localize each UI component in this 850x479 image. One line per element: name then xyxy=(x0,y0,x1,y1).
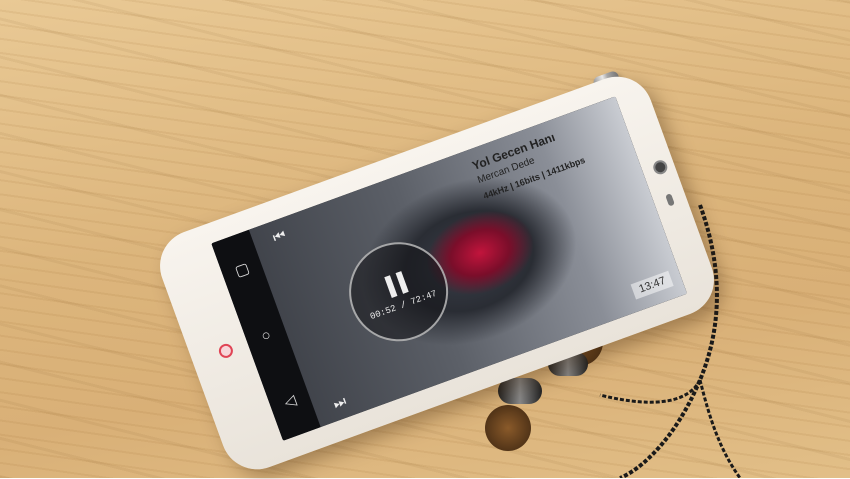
recents-icon[interactable]: ▢ xyxy=(232,259,251,280)
home-icon[interactable]: ○ xyxy=(259,326,273,345)
camera-icon xyxy=(651,158,670,177)
earbud-right xyxy=(485,405,531,451)
sensor-icon xyxy=(665,193,675,207)
pause-icon[interactable] xyxy=(383,270,409,298)
earbud-right-body xyxy=(498,378,542,404)
back-icon[interactable]: ◁ xyxy=(282,391,299,411)
home-indicator-icon[interactable] xyxy=(216,341,235,360)
